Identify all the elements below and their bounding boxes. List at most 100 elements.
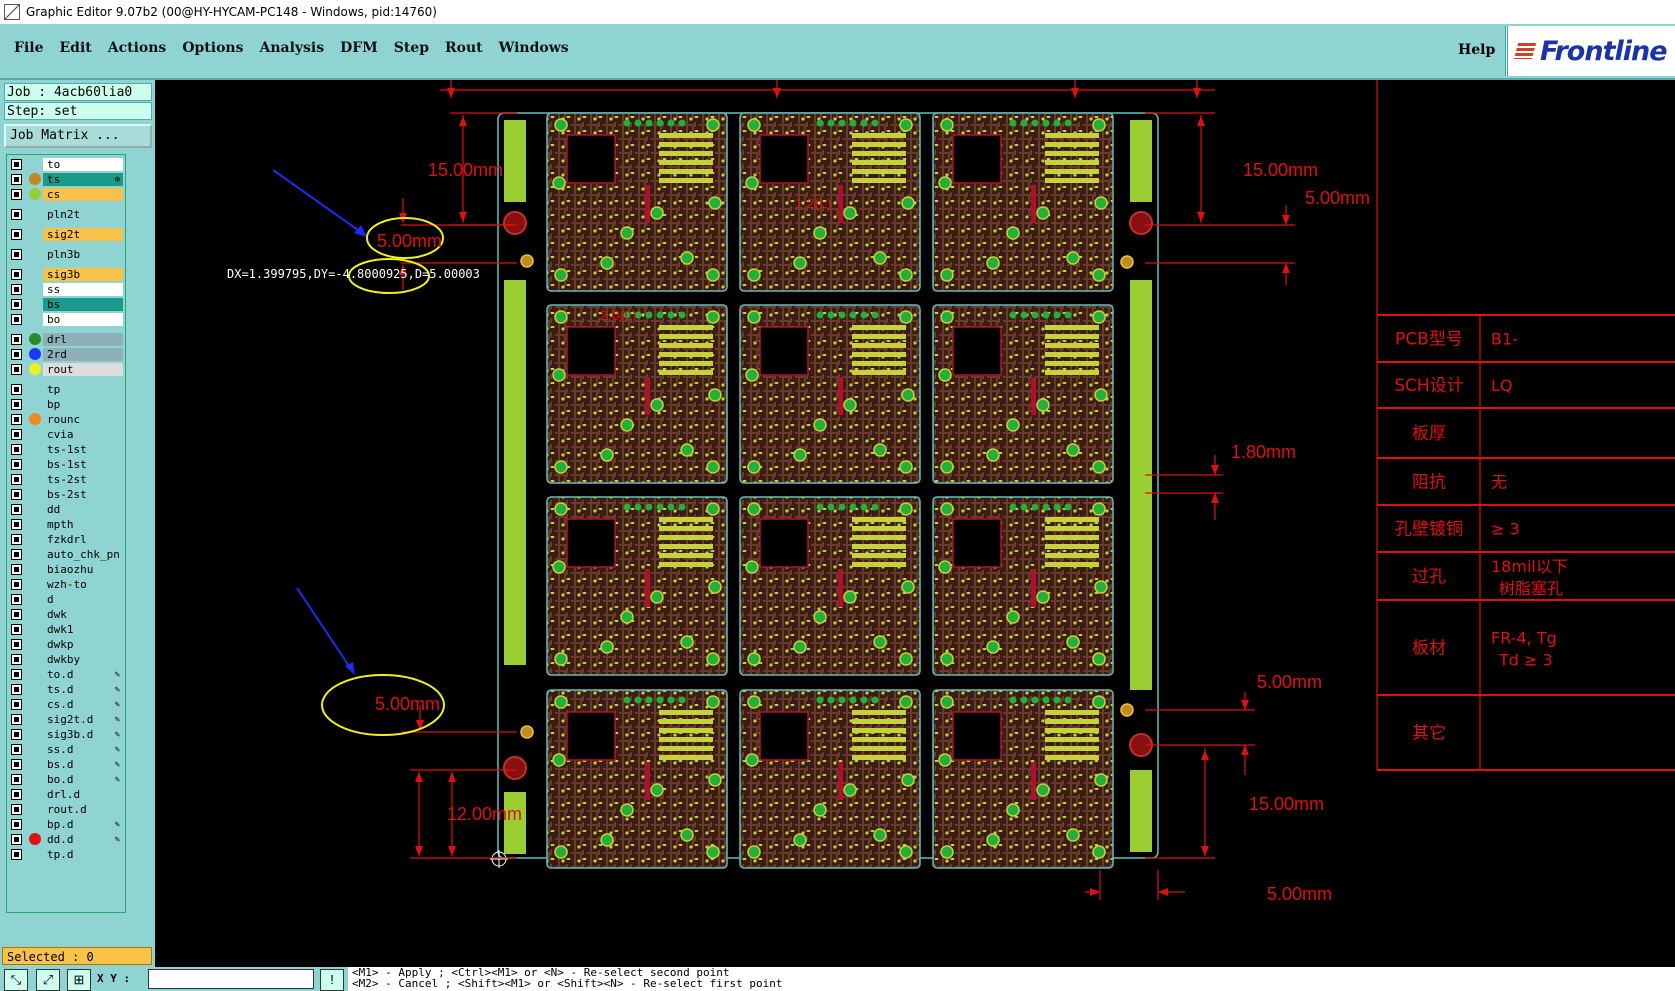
menu-file[interactable]: File (14, 40, 43, 56)
layer-row-ts-1st[interactable]: ts-1st (7, 442, 125, 457)
pcb-canvas[interactable]: DX=1.399795,DY=-4.8000925,D=5.00003 15.0… (155, 80, 1675, 967)
layer-name[interactable]: mpth (43, 518, 123, 531)
layer-row-bs-1st[interactable]: bs-1st (7, 457, 125, 472)
layer-name[interactable]: drl (43, 333, 123, 346)
layer-row-bp.d[interactable]: bp.d ✎ (7, 817, 125, 832)
layer-row-rounc[interactable]: rounc (7, 412, 125, 427)
layer-name[interactable]: ts-2st (43, 473, 123, 486)
layer-checkbox[interactable] (11, 699, 22, 710)
layer-name[interactable]: biaozhu (43, 563, 123, 576)
layer-row-rout[interactable]: rout (7, 362, 125, 377)
layer-name[interactable]: bp (43, 398, 123, 411)
layer-name[interactable]: sig3b.d ✎ (43, 728, 123, 741)
layer-row-tp[interactable]: tp (7, 382, 125, 397)
layer-checkbox[interactable] (11, 474, 22, 485)
job-matrix-button[interactable]: Job Matrix ... (4, 124, 152, 148)
layer-row-to[interactable]: to (7, 157, 125, 172)
layer-checkbox[interactable] (11, 349, 22, 360)
layer-checkbox[interactable] (11, 384, 22, 395)
layer-name[interactable]: cvia (43, 428, 123, 441)
layer-name[interactable]: bs.d ✎ (43, 758, 123, 771)
layer-row-biaozhu[interactable]: biaozhu (7, 562, 125, 577)
layer-row-rout.d[interactable]: rout.d (7, 802, 125, 817)
layer-checkbox[interactable] (11, 174, 22, 185)
grid-icon[interactable]: ⊞ (67, 969, 91, 991)
layer-checkbox[interactable] (11, 744, 22, 755)
layer-row-ts[interactable]: ts ⊕ (7, 172, 125, 187)
layer-checkbox[interactable] (11, 714, 22, 725)
menu-windows[interactable]: Windows (499, 40, 569, 56)
layer-row-dwk1[interactable]: dwk1 (7, 622, 125, 637)
layer-name[interactable]: sig3b (43, 268, 123, 281)
layer-name[interactable]: bo (43, 313, 123, 326)
layer-checkbox[interactable] (11, 504, 22, 515)
layer-row-bs[interactable]: bs (7, 297, 125, 312)
layer-checkbox[interactable] (11, 459, 22, 470)
layer-name[interactable]: ts.d ✎ (43, 683, 123, 696)
layer-checkbox[interactable] (11, 159, 22, 170)
layer-name[interactable]: dwkp (43, 638, 123, 651)
layer-row-ts.d[interactable]: ts.d ✎ (7, 682, 125, 697)
layer-row-bo[interactable]: bo (7, 312, 125, 327)
layer-name[interactable]: bs-1st (43, 458, 123, 471)
layer-checkbox[interactable] (11, 444, 22, 455)
layer-name[interactable]: dd.d ✎ (43, 833, 123, 846)
layer-name[interactable]: rounc (43, 413, 123, 426)
layer-checkbox[interactable] (11, 229, 22, 240)
layer-checkbox[interactable] (11, 759, 22, 770)
layer-name[interactable]: pln2t (43, 208, 123, 221)
layer-name[interactable]: sig2t (43, 228, 123, 241)
layer-checkbox[interactable] (11, 189, 22, 200)
layer-row-cvia[interactable]: cvia (7, 427, 125, 442)
layer-checkbox[interactable] (11, 819, 22, 830)
menu-dfm[interactable]: DFM (340, 40, 378, 56)
layer-row-sig2t.d[interactable]: sig2t.d ✎ (7, 712, 125, 727)
layer-row-2rd[interactable]: 2rd (7, 347, 125, 362)
layer-name[interactable]: fzkdrl (43, 533, 123, 546)
layer-row-auto_chk_pn[interactable]: auto_chk_pn (7, 547, 125, 562)
layer-name[interactable]: dwk1 (43, 623, 123, 636)
layer-row-ss[interactable]: ss (7, 282, 125, 297)
layer-checkbox[interactable] (11, 249, 22, 260)
layer-checkbox[interactable] (11, 729, 22, 740)
menu-rout[interactable]: Rout (445, 40, 483, 56)
layer-row-bs-2st[interactable]: bs-2st (7, 487, 125, 502)
layer-row-fzkdrl[interactable]: fzkdrl (7, 532, 125, 547)
layer-checkbox[interactable] (11, 654, 22, 665)
layer-checkbox[interactable] (11, 624, 22, 635)
layer-name[interactable]: ss.d ✎ (43, 743, 123, 756)
layer-checkbox[interactable] (11, 314, 22, 325)
layer-row-drl[interactable]: drl (7, 332, 125, 347)
layer-name[interactable]: auto_chk_pn (43, 548, 123, 561)
layer-name[interactable]: bs (43, 298, 123, 311)
layer-row-sig3b[interactable]: sig3b (7, 267, 125, 282)
layer-row-drl.d[interactable]: drl.d (7, 787, 125, 802)
layer-row-dwkp[interactable]: dwkp (7, 637, 125, 652)
zoom-fit-icon[interactable]: ⤡ (4, 969, 28, 991)
layer-row-tp.d[interactable]: tp.d (7, 847, 125, 862)
layer-name[interactable]: cs (43, 188, 123, 201)
layer-name[interactable]: rout.d (43, 803, 123, 816)
layer-name[interactable]: ss (43, 283, 123, 296)
layer-checkbox[interactable] (11, 834, 22, 845)
layer-checkbox[interactable] (11, 284, 22, 295)
layer-name[interactable]: bo.d ✎ (43, 773, 123, 786)
layer-checkbox[interactable] (11, 399, 22, 410)
layer-checkbox[interactable] (11, 789, 22, 800)
menu-edit[interactable]: Edit (59, 40, 91, 56)
layer-row-dwkby[interactable]: dwkby (7, 652, 125, 667)
layer-row-d[interactable]: d (7, 592, 125, 607)
menu-help[interactable]: Help (1458, 42, 1495, 58)
layer-checkbox[interactable] (11, 564, 22, 575)
layer-row-sig2t[interactable]: sig2t (7, 227, 125, 242)
layer-row-ts-2st[interactable]: ts-2st (7, 472, 125, 487)
layer-row-pln2t[interactable]: pln2t (7, 207, 125, 222)
layer-name[interactable]: dwkby (43, 653, 123, 666)
layer-checkbox[interactable] (11, 269, 22, 280)
layer-name[interactable]: cs.d ✎ (43, 698, 123, 711)
layer-row-mpth[interactable]: mpth (7, 517, 125, 532)
layer-checkbox[interactable] (11, 549, 22, 560)
layer-row-dd.d[interactable]: dd.d ✎ (7, 832, 125, 847)
layer-checkbox[interactable] (11, 594, 22, 605)
layer-row-bo.d[interactable]: bo.d ✎ (7, 772, 125, 787)
